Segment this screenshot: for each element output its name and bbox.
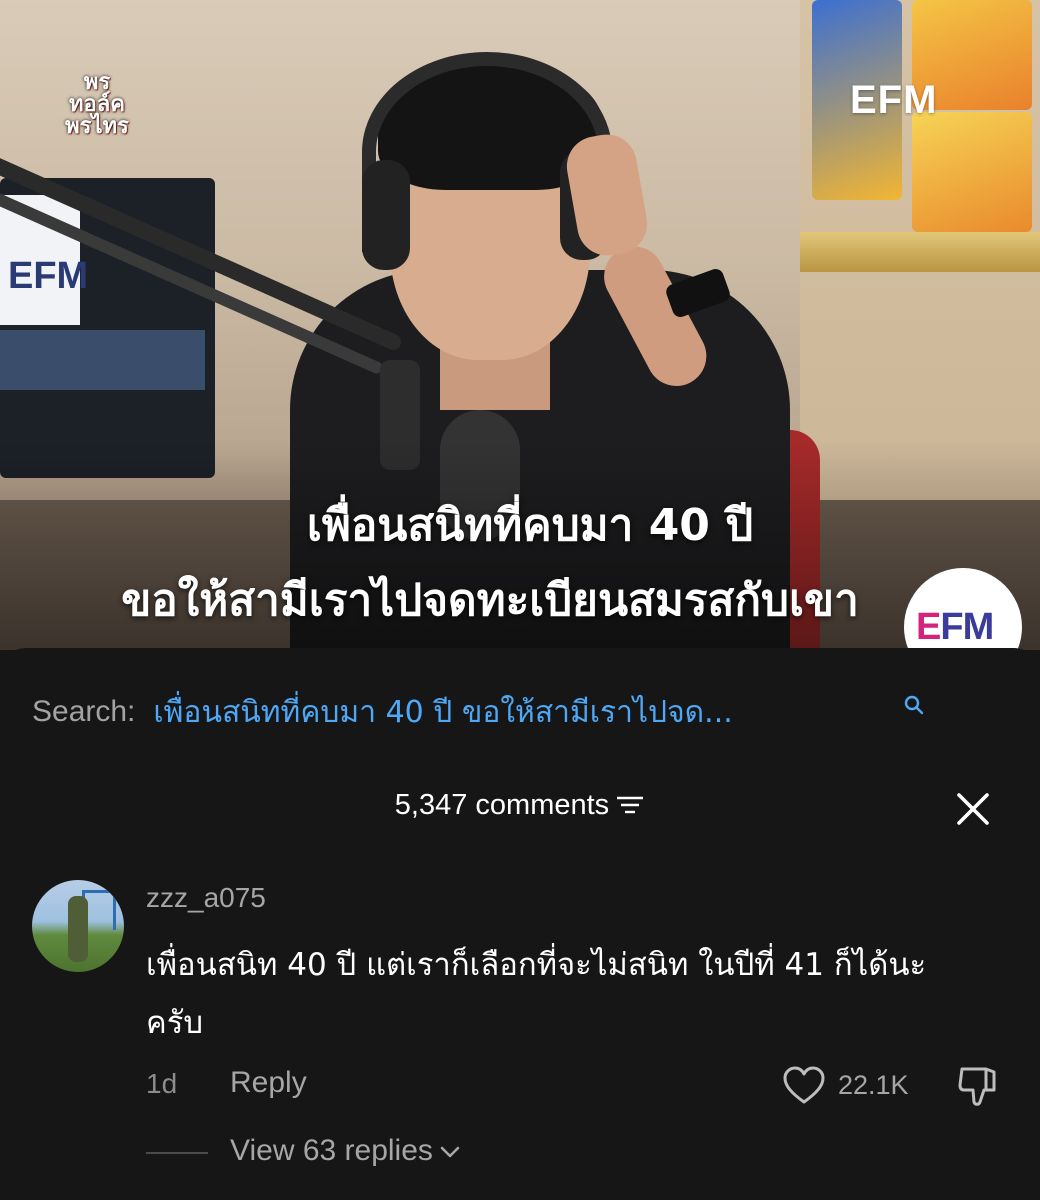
like-count: 22.1K (838, 1070, 909, 1100)
view-replies-label: View 63 replies (230, 1134, 433, 1167)
shelf (800, 232, 1040, 272)
monitor-logo: EFM (8, 255, 89, 297)
view-replies-button[interactable]: View 63 replies (230, 1134, 461, 1168)
chevron-down-icon (440, 1146, 460, 1158)
close-icon[interactable] (950, 786, 996, 832)
headphone-cup-left (362, 160, 410, 270)
search-label: Search: (32, 695, 136, 728)
efm-badge-text: EFM (916, 606, 994, 649)
sort-icon[interactable] (615, 793, 645, 817)
snack-bag (912, 112, 1032, 232)
video-caption-line-2: ขอให้สามีเราไปจดทะเบียนสมรสกับเขา (121, 575, 859, 626)
avatar-person (68, 896, 88, 962)
comment-username[interactable]: zzz_a075 (146, 882, 266, 914)
channel-logo: พรทอล์คพรไทร (65, 70, 129, 139)
comment-text: เพื่อนสนิท 40 ปี แต่เราก็เลือกที่จะไม่สน… (146, 947, 927, 1041)
thumbs-down-icon[interactable] (956, 1064, 1000, 1108)
video-caption-line-1: เพื่อนสนิทที่คบมา 40 ปี (306, 500, 754, 551)
comment-timestamp: 1d (146, 1068, 178, 1099)
reply-button[interactable]: Reply (230, 1066, 307, 1100)
search-icon[interactable] (902, 694, 926, 718)
efm-badge-e: E (916, 606, 941, 648)
avatar[interactable] (32, 880, 124, 972)
replies-divider (146, 1152, 208, 1154)
search-suggestion[interactable]: Search: เพื่อนสนิทที่คบมา 40 ปี ขอให้สาม… (32, 690, 1012, 734)
video-player[interactable]: EFM พรทอล์คพรไทร EFM เพื่อนสนิทที่คบมา 4… (0, 0, 1040, 650)
search-query-link[interactable]: เพื่อนสนิทที่คบมา 40 ปี ขอให้สามีเราไปจด… (153, 690, 732, 734)
efm-watermark: EFM (850, 78, 938, 122)
monitor-strip (0, 330, 205, 390)
comments-header: 5,347 comments (0, 788, 1040, 832)
comments-count: 5,347 comments (394, 788, 610, 821)
efm-badge-fm: FM (940, 606, 994, 648)
heart-icon[interactable] (782, 1066, 826, 1106)
